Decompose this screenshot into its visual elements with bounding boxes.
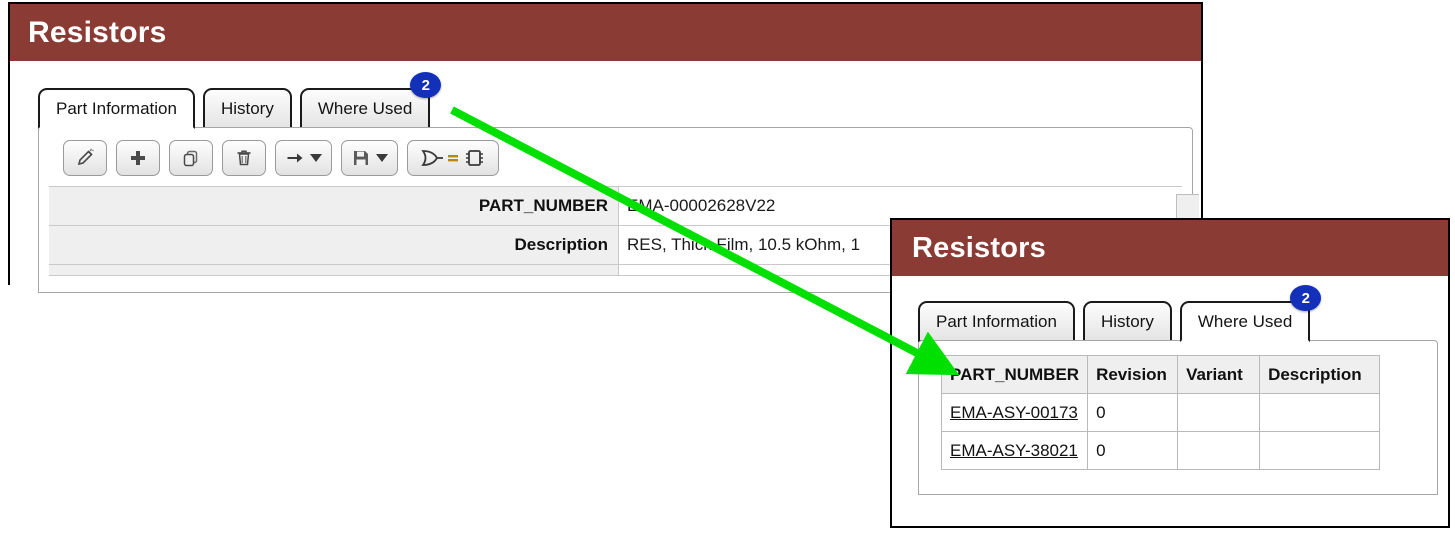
cell-description bbox=[1259, 393, 1381, 432]
arrow-right-icon bbox=[285, 148, 305, 168]
table-header-row: PART_NUMBER Revision Variant Description bbox=[940, 355, 1381, 394]
table-row: EMA-ASY-00173 0 bbox=[940, 393, 1381, 432]
where-used-table: PART_NUMBER Revision Variant Description… bbox=[940, 355, 1381, 470]
inset-window-tabpanel: PART_NUMBER Revision Variant Description… bbox=[918, 340, 1438, 495]
trash-icon bbox=[234, 148, 254, 168]
save-button[interactable] bbox=[341, 140, 398, 176]
main-window-title: Resistors bbox=[28, 15, 167, 49]
tab-history-label: History bbox=[220, 98, 274, 118]
field-label-part-number: PART_NUMBER bbox=[49, 187, 619, 225]
toolbar bbox=[49, 140, 1182, 176]
symbol-equals-part-button[interactable] bbox=[407, 140, 499, 176]
cell-description bbox=[1259, 431, 1381, 470]
copy-icon bbox=[181, 148, 201, 168]
main-window-tabstrip: Part Information History Where Used 2 bbox=[10, 72, 1201, 129]
column-header-revision[interactable]: Revision bbox=[1087, 355, 1179, 394]
inset-tab-history[interactable]: History bbox=[1082, 301, 1172, 342]
column-header-description[interactable]: Description bbox=[1259, 355, 1381, 394]
pencil-icon bbox=[75, 148, 95, 168]
inset-window-titlebar: Resistors bbox=[892, 220, 1448, 276]
inset-tab-where-used-label: Where Used bbox=[1197, 311, 1293, 331]
add-button[interactable] bbox=[116, 140, 160, 176]
delete-button[interactable] bbox=[222, 140, 266, 176]
chevron-down-icon bbox=[310, 154, 322, 162]
table-row: EMA-ASY-38021 0 bbox=[940, 431, 1381, 470]
cell-variant bbox=[1177, 393, 1261, 432]
column-header-variant[interactable]: Variant bbox=[1177, 355, 1261, 394]
copy-button[interactable] bbox=[169, 140, 213, 176]
main-window-titlebar: Resistors bbox=[10, 4, 1201, 61]
cell-part-number: EMA-ASY-38021 bbox=[940, 431, 1089, 470]
tab-where-used-label: Where Used bbox=[317, 98, 413, 118]
floppy-disk-icon bbox=[351, 148, 371, 168]
inset-window-tabstrip: Part Information History Where Used 2 bbox=[892, 285, 1448, 342]
part-number-link[interactable]: EMA-ASY-38021 bbox=[950, 441, 1078, 460]
field-label-description: Description bbox=[49, 226, 619, 264]
tab-part-information[interactable]: Part Information bbox=[38, 88, 195, 129]
inset-tab-where-used[interactable]: Where Used 2 bbox=[1179, 285, 1322, 342]
field-label-empty bbox=[49, 265, 619, 275]
column-header-part-number[interactable]: PART_NUMBER bbox=[940, 355, 1089, 394]
inset-tab-history-label: History bbox=[1100, 311, 1154, 331]
cell-variant bbox=[1177, 431, 1261, 470]
tab-history[interactable]: History bbox=[202, 88, 292, 129]
move-button[interactable] bbox=[275, 140, 332, 176]
inset-tab-part-information-label: Part Information bbox=[936, 311, 1057, 331]
tab-part-information-label: Part Information bbox=[56, 98, 177, 118]
inset-tab-part-information[interactable]: Part Information bbox=[918, 301, 1075, 342]
inset-window: Resistors Part Information History Where… bbox=[890, 218, 1450, 528]
tab-where-used-badge: 2 bbox=[410, 72, 442, 98]
inset-window-title: Resistors bbox=[912, 231, 1046, 264]
plus-icon bbox=[128, 148, 148, 168]
logic-gate-equals-chip-icon bbox=[417, 147, 489, 169]
part-number-link[interactable]: EMA-ASY-00173 bbox=[950, 403, 1078, 422]
cell-revision: 0 bbox=[1087, 431, 1179, 470]
cell-revision: 0 bbox=[1087, 393, 1179, 432]
cell-part-number: EMA-ASY-00173 bbox=[940, 393, 1089, 432]
chevron-down-icon bbox=[376, 154, 388, 162]
edit-button[interactable] bbox=[63, 140, 107, 176]
tab-where-used[interactable]: Where Used 2 bbox=[299, 72, 442, 129]
inset-tab-where-used-badge: 2 bbox=[1290, 285, 1322, 311]
